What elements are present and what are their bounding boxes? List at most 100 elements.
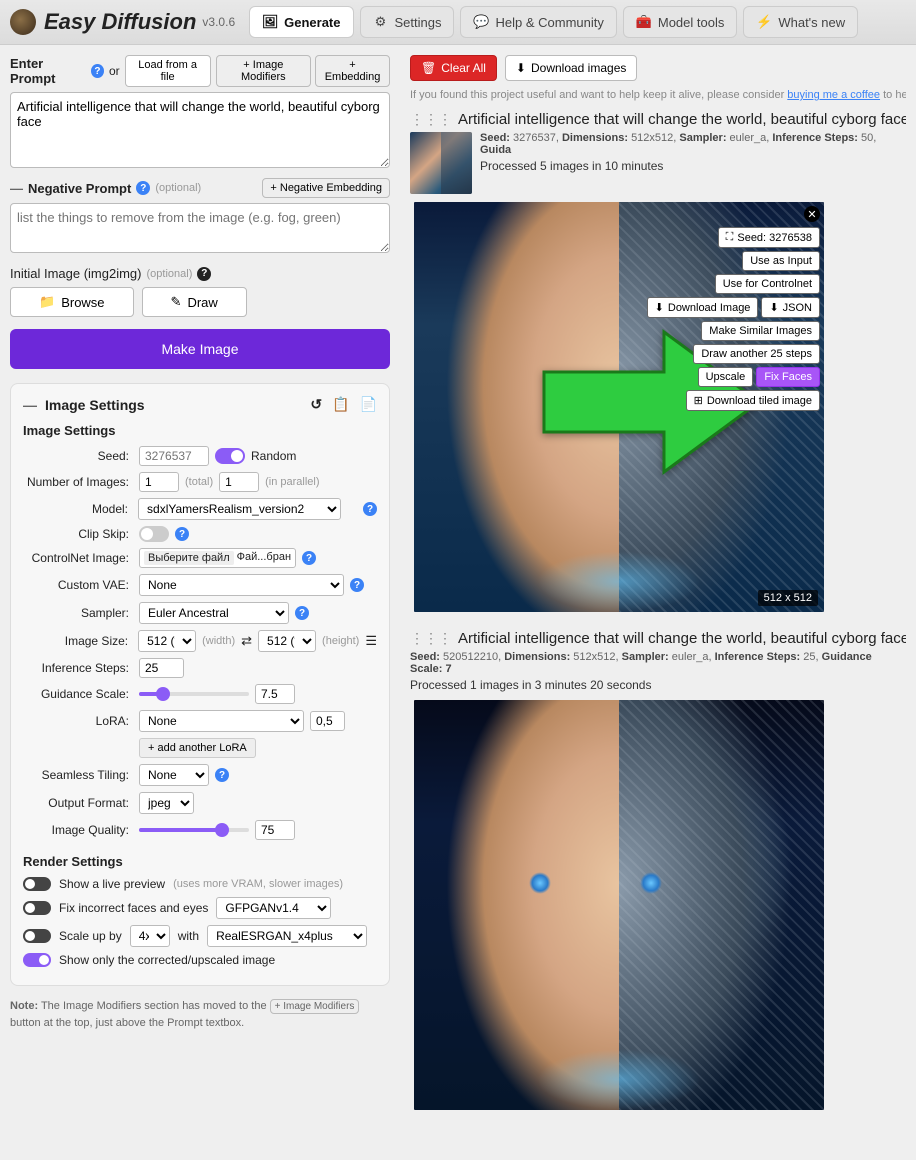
sampler-label: Sampler: bbox=[23, 606, 133, 620]
width-hint: (width) bbox=[202, 635, 235, 647]
drag-handle-icon[interactable]: ⋮⋮⋮ bbox=[410, 111, 452, 128]
prompt-textarea[interactable]: Artificial intelligence that will change… bbox=[10, 92, 390, 168]
result-image[interactable] bbox=[414, 700, 824, 1110]
result-thumbnail[interactable] bbox=[410, 132, 472, 194]
clipskip-toggle[interactable] bbox=[139, 526, 169, 542]
use-as-input-button[interactable]: Use as Input bbox=[742, 251, 820, 271]
download-image-button[interactable]: ⬇Download Image bbox=[647, 297, 759, 318]
steps-label: Inference Steps: bbox=[23, 661, 133, 675]
swap-icon[interactable]: ⇄ bbox=[241, 633, 252, 649]
tab-model-tools-label: Model tools bbox=[658, 15, 724, 30]
sampler-select[interactable]: Euler Ancestral bbox=[139, 602, 289, 624]
use-for-controlnet-button[interactable]: Use for Controlnet bbox=[715, 274, 820, 294]
help-icon[interactable]: ? bbox=[175, 527, 189, 541]
help-icon[interactable]: ? bbox=[136, 181, 150, 195]
processed-text: Processed 1 images in 3 minutes 20 secon… bbox=[410, 678, 906, 692]
lora-weight-input[interactable] bbox=[310, 711, 345, 731]
seed-input[interactable] bbox=[139, 446, 209, 466]
seed-text: Seed: 3276538 bbox=[737, 232, 812, 244]
scale-factor-select[interactable]: 4x bbox=[130, 925, 170, 947]
draw-button[interactable]: ✎ Draw bbox=[142, 287, 247, 317]
undo-icon[interactable]: ↺ bbox=[310, 396, 322, 413]
scale-label: Scale up by bbox=[59, 929, 122, 943]
tab-settings[interactable]: ⚙ Settings bbox=[360, 6, 455, 38]
image-modifiers-button[interactable]: + Image Modifiers bbox=[216, 55, 311, 87]
fix-faces-button[interactable]: Fix Faces bbox=[756, 367, 820, 387]
chat-icon: 💬 bbox=[473, 14, 489, 30]
download-images-button[interactable]: ⬇ Download images bbox=[505, 55, 637, 81]
quality-slider[interactable] bbox=[139, 828, 249, 832]
format-select[interactable]: jpeg bbox=[139, 792, 194, 814]
help-icon[interactable]: ? bbox=[350, 578, 364, 592]
guidance-label: Guidance Scale: bbox=[23, 687, 133, 701]
tab-generate[interactable]: 🖼 Generate bbox=[249, 6, 353, 38]
height-select[interactable]: 512 (*) bbox=[258, 630, 316, 652]
scale-up-toggle[interactable] bbox=[23, 929, 51, 943]
draw-another-button[interactable]: Draw another 25 steps bbox=[693, 344, 820, 364]
result-image[interactable]: ✕ ⛶Seed: 3276538 Use as Input Use for Co… bbox=[414, 202, 824, 612]
num-total-input[interactable] bbox=[139, 472, 179, 492]
make-similar-button[interactable]: Make Similar Images bbox=[701, 321, 820, 341]
help-icon[interactable]: ? bbox=[295, 606, 309, 620]
json-button[interactable]: ⬇JSON bbox=[761, 297, 820, 318]
random-seed-toggle[interactable] bbox=[215, 448, 245, 464]
close-icon[interactable]: ✕ bbox=[804, 206, 820, 222]
show-corrected-toggle[interactable] bbox=[23, 953, 51, 967]
browse-button[interactable]: 📁 Browse bbox=[10, 287, 134, 317]
total-hint: (total) bbox=[185, 476, 213, 488]
download-images-label: Download images bbox=[531, 61, 626, 75]
download-tiled-button[interactable]: ⊞Download tiled image bbox=[686, 390, 820, 411]
live-preview-label: Show a live preview bbox=[59, 877, 165, 891]
vae-select[interactable]: None bbox=[139, 574, 344, 596]
width-select[interactable]: 512 (*) bbox=[138, 630, 196, 652]
download-icon: ⬇ bbox=[769, 301, 778, 314]
help-icon[interactable]: ? bbox=[197, 267, 211, 281]
prompt-label: Enter Prompt bbox=[10, 56, 86, 86]
help-icon[interactable]: ? bbox=[215, 768, 229, 782]
note-modifiers-button[interactable]: + Image Modifiers bbox=[270, 999, 360, 1014]
drag-handle-icon[interactable]: ⋮⋮⋮ bbox=[410, 630, 452, 647]
collapse-icon[interactable]: — bbox=[23, 397, 37, 413]
random-label: Random bbox=[251, 449, 296, 463]
tab-model-tools[interactable]: 🧰 Model tools bbox=[623, 6, 737, 38]
quality-input[interactable] bbox=[255, 820, 295, 840]
live-preview-toggle[interactable] bbox=[23, 877, 51, 891]
add-lora-button[interactable]: + add another LoRA bbox=[139, 738, 256, 758]
tiling-select[interactable]: None bbox=[139, 764, 209, 786]
lora-select[interactable]: None bbox=[139, 710, 304, 732]
tab-help[interactable]: 💬 Help & Community bbox=[460, 6, 616, 38]
upscale-button[interactable]: Upscale bbox=[698, 367, 754, 387]
fix-faces-toggle[interactable] bbox=[23, 901, 51, 915]
clipboard-icon[interactable]: 📋 bbox=[332, 396, 349, 413]
file-choose-button[interactable]: Выберите файл bbox=[144, 551, 234, 565]
optional-label: (optional) bbox=[155, 182, 201, 194]
embedding-button[interactable]: + Embedding bbox=[315, 55, 390, 87]
file-chosen-text: Фай...бран bbox=[237, 551, 291, 565]
clear-all-button[interactable]: 🗑 Clear All bbox=[410, 55, 497, 81]
help-icon[interactable]: ? bbox=[91, 64, 104, 78]
num-parallel-input[interactable] bbox=[219, 472, 259, 492]
guidance-slider[interactable] bbox=[139, 692, 249, 696]
load-file-button[interactable]: Load from a file bbox=[125, 55, 211, 87]
collapse-icon[interactable]: — bbox=[10, 181, 23, 196]
neg-embedding-button[interactable]: + Negative Embedding bbox=[262, 178, 390, 198]
buy-coffee-link[interactable]: buying me a coffee bbox=[787, 89, 880, 101]
help-icon[interactable]: ? bbox=[363, 502, 377, 516]
size-badge: 512 x 512 bbox=[758, 590, 818, 606]
upscale-model-select[interactable]: RealESRGAN_x4plus bbox=[207, 925, 367, 947]
paste-icon[interactable]: 📄 bbox=[360, 396, 377, 413]
guidance-input[interactable] bbox=[255, 684, 295, 704]
download-icon: ⬇ bbox=[655, 301, 664, 314]
steps-input[interactable] bbox=[139, 658, 184, 678]
fix-faces-model-select[interactable]: GFPGANv1.4 bbox=[216, 897, 331, 919]
pencil-icon: ✎ bbox=[171, 294, 182, 310]
tab-whats-new[interactable]: ⚡ What's new bbox=[743, 6, 858, 38]
make-image-button[interactable]: Make Image bbox=[10, 329, 390, 369]
num-images-label: Number of Images: bbox=[23, 475, 133, 489]
help-icon[interactable]: ? bbox=[302, 551, 316, 565]
show-corrected-label: Show only the corrected/upscaled image bbox=[59, 953, 275, 967]
neg-prompt-textarea[interactable] bbox=[10, 203, 390, 253]
size-options-icon[interactable]: ☰ bbox=[365, 633, 377, 649]
tiling-label: Seamless Tiling: bbox=[23, 768, 133, 782]
model-select[interactable]: sdxlYamersRealism_version2 bbox=[138, 498, 341, 520]
